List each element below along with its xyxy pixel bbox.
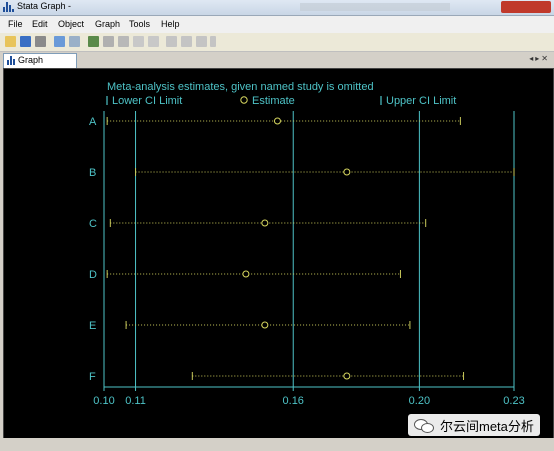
- estimate-point-A: [273, 117, 281, 125]
- legend-lower-label: Lower CI Limit: [112, 95, 182, 107]
- toolbar: [0, 33, 554, 52]
- legend-estimate-marker: [240, 96, 248, 104]
- print-icon[interactable]: [35, 36, 46, 47]
- menu-edit[interactable]: Edit: [32, 19, 48, 29]
- status-bar: [0, 438, 554, 451]
- graph-properties-icon[interactable]: [88, 36, 99, 47]
- meta-analysis-chart: Meta-analysis estimates, given named stu…: [89, 81, 525, 407]
- x-tick-label-0.11: 0.11: [125, 395, 146, 407]
- legend-upper-label: Upper CI Limit: [386, 95, 456, 107]
- tab-bar: Graph ◂▸✕: [0, 52, 554, 68]
- study-label-C: C: [89, 218, 97, 230]
- menu-object[interactable]: Object: [58, 19, 84, 29]
- undo-icon[interactable]: [133, 36, 144, 47]
- plot-layer: 0.10 0.11 0.16 0.20 0.23 A B C D E F: [89, 111, 525, 407]
- legend: Lower CI Limit Estimate Upper CI Limit: [106, 95, 456, 107]
- open-icon[interactable]: [5, 36, 16, 47]
- estimate-point-F: [343, 372, 351, 380]
- pointer-icon[interactable]: [118, 36, 129, 47]
- tab-graph-label: Graph: [18, 55, 44, 65]
- blurred-title-region: [300, 3, 450, 11]
- pause-icon[interactable]: [181, 36, 192, 47]
- chart-title: Meta-analysis estimates, given named stu…: [107, 81, 374, 93]
- menu-help[interactable]: Help: [161, 19, 180, 29]
- title-bar: Stata Graph -: [0, 0, 554, 16]
- graph-area: Meta-analysis estimates, given named stu…: [3, 68, 554, 440]
- window-controls[interactable]: [501, 1, 551, 13]
- tab-scroll-arrows[interactable]: ◂▸✕: [529, 54, 550, 63]
- estimate-point-B: [343, 168, 351, 176]
- menu-bar: File Edit Object Graph Tools Help: [0, 16, 554, 33]
- menu-tools[interactable]: Tools: [129, 19, 150, 29]
- study-label-B: B: [89, 167, 96, 179]
- wechat-icon: [414, 418, 434, 433]
- toolbar-more-icon[interactable]: [210, 36, 216, 47]
- watermark: 尔云间meta分析: [408, 414, 540, 436]
- watermark-text: 尔云间meta分析: [440, 418, 534, 434]
- x-tick-label-0.10: 0.10: [93, 395, 114, 407]
- legend-estimate-label: Estimate: [252, 95, 295, 107]
- tab-graph[interactable]: Graph: [3, 53, 77, 68]
- study-label-A: A: [89, 116, 97, 128]
- record-icon[interactable]: [166, 36, 177, 47]
- select-icon[interactable]: [103, 36, 114, 47]
- play-icon[interactable]: [196, 36, 207, 47]
- stata-graph-icon: [3, 2, 14, 12]
- x-tick-label-0.20: 0.20: [409, 395, 430, 407]
- window-title: Stata Graph -: [17, 1, 72, 11]
- estimate-point-D: [242, 270, 250, 278]
- rename-icon[interactable]: [69, 36, 80, 47]
- copy-icon[interactable]: [54, 36, 65, 47]
- estimate-point-E: [261, 321, 269, 329]
- save-icon[interactable]: [20, 36, 31, 47]
- redo-icon[interactable]: [148, 36, 159, 47]
- x-tick-label-0.23: 0.23: [503, 395, 524, 407]
- x-tick-label-0.16: 0.16: [283, 395, 304, 407]
- menu-file[interactable]: File: [8, 19, 23, 29]
- study-label-E: E: [89, 320, 96, 332]
- study-label-F: F: [89, 371, 96, 383]
- estimate-point-C: [261, 219, 269, 227]
- menu-graph[interactable]: Graph: [95, 19, 120, 29]
- study-label-D: D: [89, 269, 97, 281]
- graph-tab-icon: [7, 56, 15, 65]
